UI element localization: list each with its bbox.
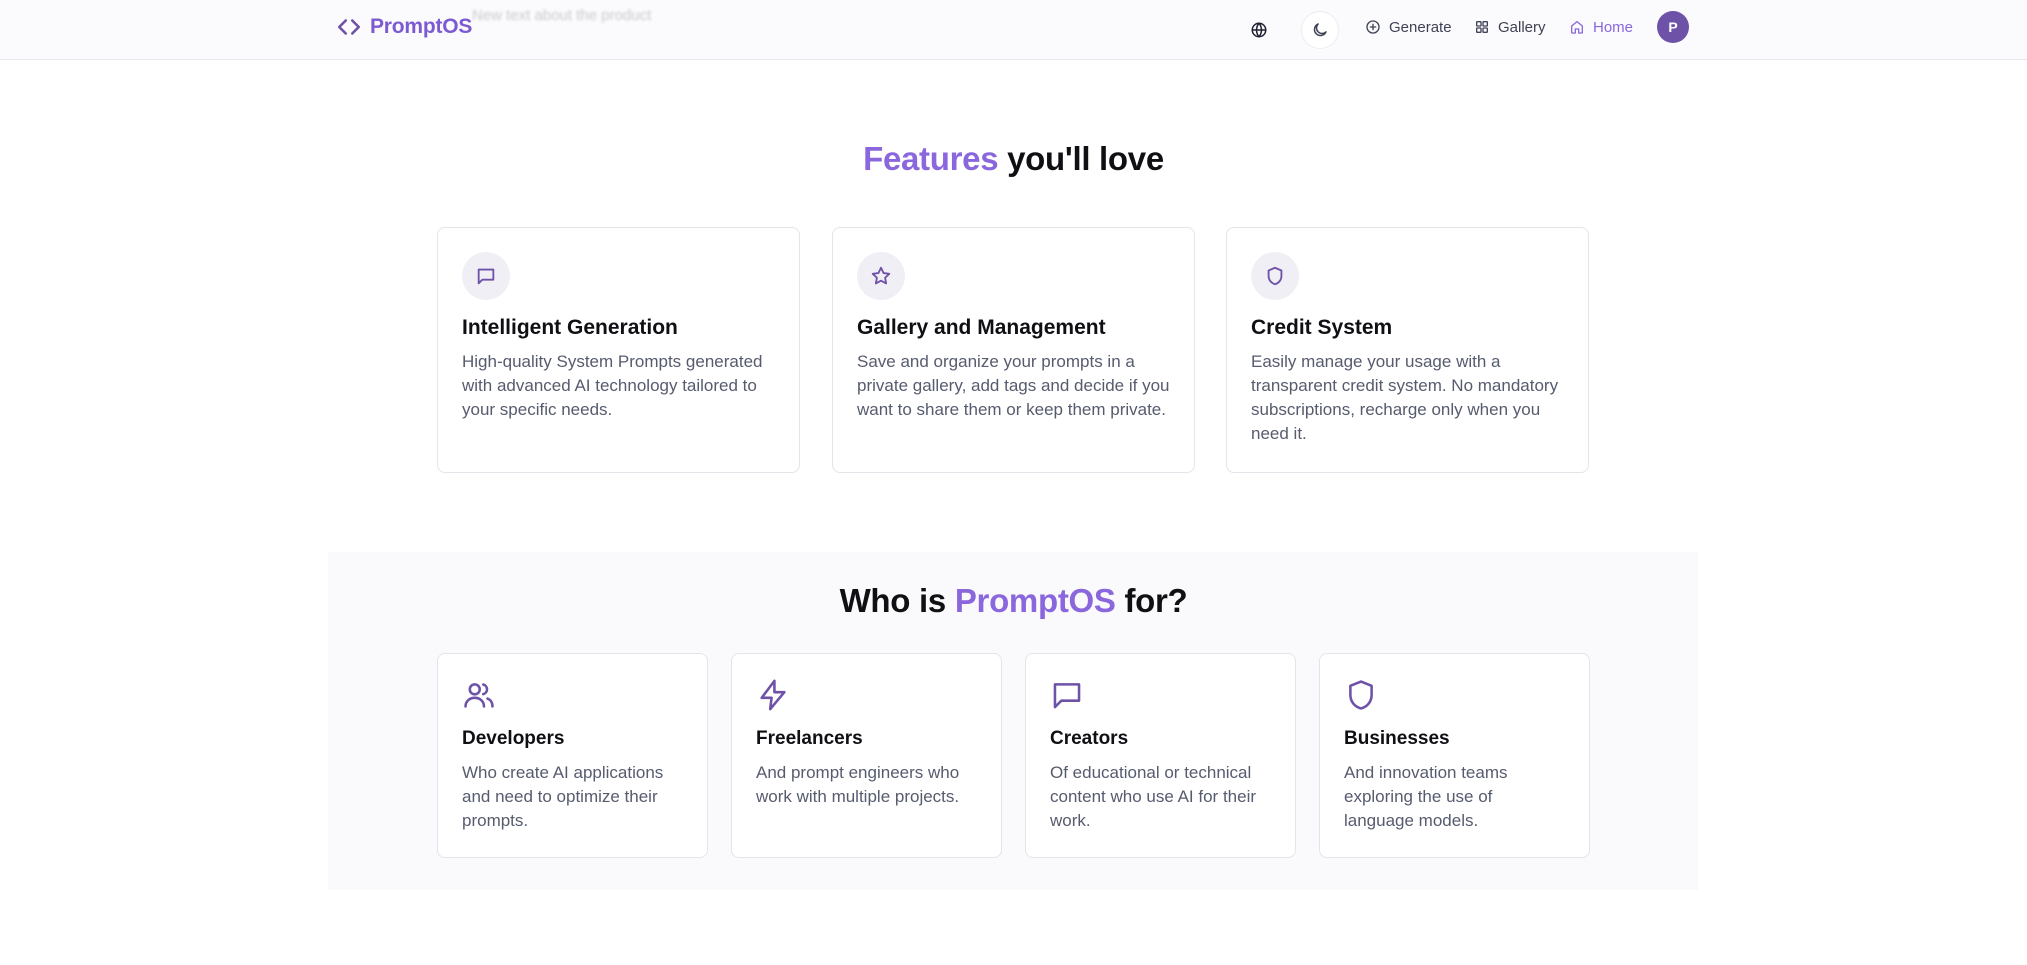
feature-icon-circle xyxy=(1251,252,1299,300)
features-section-title: Features you'll love xyxy=(0,140,2027,178)
audience-card-creators: Creators Of educational or technical con… xyxy=(1025,653,1296,858)
plus-circle-icon xyxy=(1366,20,1380,34)
globe-icon xyxy=(1251,22,1267,38)
feature-card-credits: Credit System Easily manage your usage w… xyxy=(1226,227,1589,473)
nav-link-home[interactable]: Home xyxy=(1569,16,1633,38)
audience-section-title: Who is PromptOS for? xyxy=(0,582,2027,620)
audience-title: Developers xyxy=(462,728,565,749)
feature-title: Gallery and Management xyxy=(857,316,1106,339)
feature-card-generation: Intelligent Generation High-quality Syst… xyxy=(437,227,800,473)
home-icon xyxy=(1571,21,1583,34)
brand-name: PromptOS xyxy=(370,15,473,38)
features-title-accent: Features xyxy=(863,140,999,177)
nav-link-label: Gallery xyxy=(1498,18,1546,36)
audience-title-pre: Who is xyxy=(839,582,955,619)
feature-description: Easily manage your usage with a transpar… xyxy=(1251,352,1559,443)
star-icon xyxy=(871,266,891,285)
feature-description: High-quality System Prompts generated wi… xyxy=(462,352,763,419)
users-icon xyxy=(464,683,494,708)
top-navbar: New text about the product PromptOS Gene… xyxy=(0,0,2027,60)
audience-title-post: for? xyxy=(1115,582,1188,619)
shield-icon xyxy=(1267,266,1283,286)
theme-toggle-button[interactable] xyxy=(1301,11,1339,49)
audience-title: Creators xyxy=(1050,728,1129,749)
nav-link-generate[interactable]: Generate xyxy=(1365,16,1452,38)
feature-title: Intelligent Generation xyxy=(462,316,678,339)
message-square-icon xyxy=(1053,683,1081,709)
nav-link-label: Generate xyxy=(1389,18,1452,36)
audience-title: Businesses xyxy=(1344,728,1450,749)
audience-title-accent: PromptOS xyxy=(954,582,1116,619)
audience-card-freelancers: Freelancers And prompt engineers who wor… xyxy=(731,653,1002,858)
audience-card-businesses: Businesses And innovation teams explorin… xyxy=(1319,653,1590,858)
feature-card-gallery: Gallery and Management Save and organize… xyxy=(832,227,1195,473)
audience-title: Freelancers xyxy=(756,728,863,749)
user-avatar-button[interactable]: P xyxy=(1657,11,1689,43)
audience-description: And prompt engineers who work with multi… xyxy=(756,763,960,806)
message-square-icon xyxy=(477,268,495,285)
feature-title: Credit System xyxy=(1251,316,1393,339)
audience-description: Of educational or technical content who … xyxy=(1050,763,1257,830)
audience-card-developers: Developers Who create AI applications an… xyxy=(437,653,708,858)
shield-icon xyxy=(1349,680,1373,710)
feature-icon-circle xyxy=(857,252,905,300)
moon-icon xyxy=(1313,23,1327,37)
feature-icon-circle xyxy=(462,252,510,300)
language-button[interactable] xyxy=(1240,11,1278,49)
grid-icon xyxy=(1476,21,1488,33)
nav-link-gallery[interactable]: Gallery xyxy=(1474,16,1546,38)
feature-description: Save and organize your prompts in a priv… xyxy=(857,352,1170,419)
zap-icon xyxy=(760,679,786,711)
audience-description: Who create AI applications and need to o… xyxy=(462,763,664,830)
audience-description: And innovation teams exploring the use o… xyxy=(1344,763,1508,830)
code-brackets-icon xyxy=(337,19,361,35)
faded-banner-text: New text about the product xyxy=(472,7,652,24)
nav-link-label: Home xyxy=(1593,18,1634,36)
brand-logo-link[interactable]: PromptOS xyxy=(336,14,472,40)
features-title-rest: you'll love xyxy=(998,140,1164,177)
